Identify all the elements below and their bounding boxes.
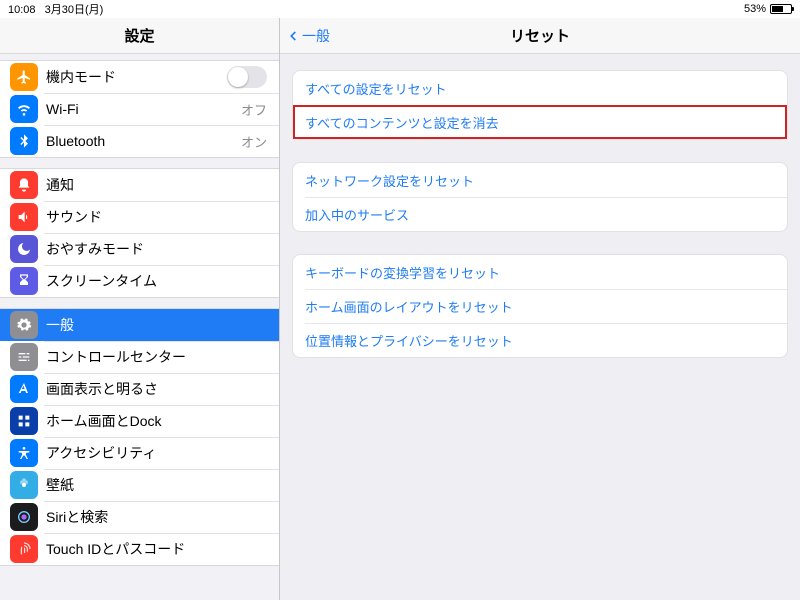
wifi-value: オフ <box>241 100 279 119</box>
sidebar-group-system: 一般 コントロールセンター 画面表示と明るさ ホーム画面とDock アクセシビリ… <box>0 308 279 566</box>
sidebar-item-label: ホーム画面とDock <box>46 411 279 431</box>
reset-location-privacy[interactable]: 位置情報とプライバシーをリセット <box>293 323 787 357</box>
sidebar-item-label: 画面表示と明るさ <box>46 379 279 399</box>
content-title: リセット <box>510 25 570 46</box>
sidebar-item-airplane[interactable]: 機内モード <box>0 61 279 93</box>
sidebar-item-wifi[interactable]: Wi-Fi オフ <box>0 93 279 125</box>
sidebar-item-screentime[interactable]: スクリーンタイム <box>0 265 279 297</box>
sidebar-item-label: Wi-Fi <box>46 101 241 117</box>
sliders-icon <box>10 343 38 371</box>
reset-group-3: キーボードの変換学習をリセット ホーム画面のレイアウトをリセット 位置情報とプラ… <box>292 254 788 358</box>
sidebar-item-general[interactable]: 一般 <box>0 309 279 341</box>
accessibility-icon <box>10 439 38 467</box>
subscriber-services[interactable]: 加入中のサービス <box>293 197 787 231</box>
sidebar-item-display[interactable]: 画面表示と明るさ <box>0 373 279 405</box>
sidebar-item-bluetooth[interactable]: Bluetooth オン <box>0 125 279 157</box>
sidebar-item-label: 一般 <box>46 315 279 335</box>
sidebar-group-alerts: 通知 サウンド おやすみモード スクリーンタイム <box>0 168 279 298</box>
sidebar-item-accessibility[interactable]: アクセシビリティ <box>0 437 279 469</box>
status-bar: 10:08 3月30日(月) 53% <box>0 0 800 18</box>
bluetooth-value: オン <box>241 132 279 151</box>
status-date: 3月30日(月) <box>45 4 104 16</box>
content-header: 一般 リセット <box>280 18 800 54</box>
battery-percent: 53% <box>744 3 766 15</box>
reset-all-settings[interactable]: すべての設定をリセット <box>293 71 787 105</box>
sidebar-item-notifications[interactable]: 通知 <box>0 169 279 201</box>
reset-home-layout[interactable]: ホーム画面のレイアウトをリセット <box>293 289 787 323</box>
sidebar-item-dnd[interactable]: おやすみモード <box>0 233 279 265</box>
airplane-icon <box>10 63 38 91</box>
fingerprint-icon <box>10 535 38 563</box>
reset-group-1: すべての設定をリセット すべてのコンテンツと設定を消去 <box>292 70 788 140</box>
chevron-left-icon <box>286 29 300 43</box>
back-label: 一般 <box>302 26 330 46</box>
sidebar-item-label: Siriと検索 <box>46 507 279 527</box>
sidebar-group-connectivity: 機内モード Wi-Fi オフ Bluetooth オン <box>0 60 279 158</box>
grid-icon <box>10 407 38 435</box>
hourglass-icon <box>10 267 38 295</box>
sidebar-item-sounds[interactable]: サウンド <box>0 201 279 233</box>
content-pane: 一般 リセット すべての設定をリセット すべてのコンテンツと設定を消去 ネットワ… <box>280 18 800 600</box>
sidebar-item-label: Touch IDとパスコード <box>46 539 279 559</box>
moon-icon <box>10 235 38 263</box>
sidebar-item-label: おやすみモード <box>46 239 279 259</box>
sidebar-item-label: 通知 <box>46 175 279 195</box>
flower-icon <box>10 471 38 499</box>
sidebar-title: 設定 <box>0 18 279 54</box>
sidebar-item-label: Bluetooth <box>46 133 241 149</box>
sidebar-item-label: スクリーンタイム <box>46 271 279 291</box>
settings-sidebar: 設定 機内モード Wi-Fi オフ Bluetooth オン <box>0 18 280 600</box>
sidebar-item-siri[interactable]: Siriと検索 <box>0 501 279 533</box>
status-time: 10:08 <box>8 4 36 16</box>
battery-icon <box>770 4 792 14</box>
sidebar-item-label: 壁紙 <box>46 475 279 495</box>
sidebar-item-label: アクセシビリティ <box>46 443 279 463</box>
erase-all-content[interactable]: すべてのコンテンツと設定を消去 <box>293 105 787 139</box>
siri-icon <box>10 503 38 531</box>
sidebar-item-wallpaper[interactable]: 壁紙 <box>0 469 279 501</box>
reset-keyboard[interactable]: キーボードの変換学習をリセット <box>293 255 787 289</box>
bluetooth-icon <box>10 127 38 155</box>
sidebar-item-home-dock[interactable]: ホーム画面とDock <box>0 405 279 437</box>
speaker-icon <box>10 203 38 231</box>
wifi-icon <box>10 95 38 123</box>
text-size-icon <box>10 375 38 403</box>
gear-icon <box>10 311 38 339</box>
sidebar-item-label: コントロールセンター <box>46 347 279 367</box>
bell-icon <box>10 171 38 199</box>
sidebar-item-label: 機内モード <box>46 67 227 87</box>
sidebar-item-control-center[interactable]: コントロールセンター <box>0 341 279 373</box>
sidebar-item-touchid[interactable]: Touch IDとパスコード <box>0 533 279 565</box>
reset-network[interactable]: ネットワーク設定をリセット <box>293 163 787 197</box>
airplane-toggle[interactable] <box>227 66 267 88</box>
reset-group-2: ネットワーク設定をリセット 加入中のサービス <box>292 162 788 232</box>
back-button[interactable]: 一般 <box>286 26 330 46</box>
sidebar-item-label: サウンド <box>46 207 279 227</box>
